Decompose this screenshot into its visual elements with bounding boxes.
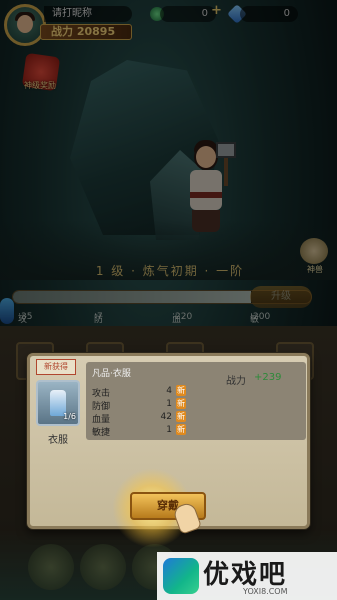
new-tag: 新: [176, 398, 186, 409]
new-tag: 新: [176, 424, 186, 435]
new-tag: 新: [176, 411, 186, 422]
power-value: +239: [254, 372, 282, 383]
brand-logo-icon: [163, 558, 199, 594]
attr-row: 防御 1 新: [92, 398, 186, 412]
attr-row: 血量 42 新: [92, 411, 186, 425]
watermark-brand: 优戏吧: [203, 560, 288, 590]
item-slot[interactable]: 1/6: [36, 380, 80, 426]
item-count: 1/6: [63, 412, 76, 421]
item-title: 凡品·衣服: [92, 369, 131, 379]
game-scene: 请打昵称 战力 20895 0 + 0 神级奖励 1 级 · 炼气初期 · 一阶…: [0, 0, 337, 600]
item-name: 衣服: [48, 435, 68, 446]
watermark: 优戏吧 YOXI8.COM: [157, 552, 337, 600]
attr-row: 攻击 4 新: [92, 385, 186, 399]
new-tag: 新: [176, 385, 186, 396]
item-detail: 凡品·衣服 战力 +239 攻击 4 新 防御 1 新 血量 42 新 敏捷 1…: [86, 362, 306, 440]
attr-row: 敏捷 1 新: [92, 424, 186, 438]
power-label: 战力: [226, 376, 246, 387]
watermark-url: YOXI8.COM: [243, 587, 288, 596]
new-badge: 新获得: [36, 359, 76, 375]
